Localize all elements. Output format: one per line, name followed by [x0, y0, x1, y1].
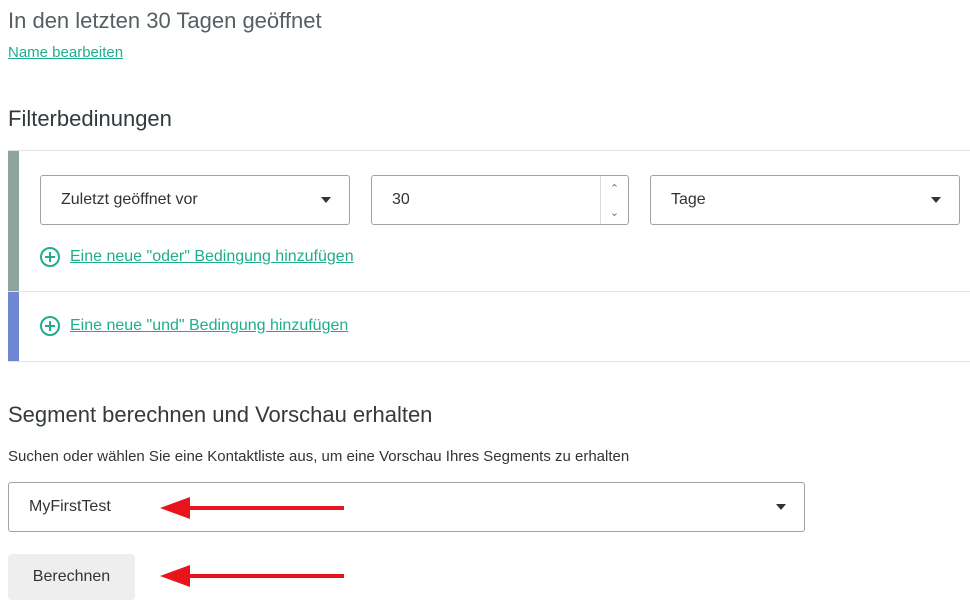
chevron-down-icon — [931, 197, 941, 203]
add-or-condition-label: Eine neue "oder" Bedingung hinzufügen — [70, 248, 354, 265]
condition-field-value: Zuletzt geöffnet vor — [61, 191, 198, 208]
condition-number-input[interactable]: 30 ⌃ ⌄ — [371, 175, 629, 225]
add-and-condition-link[interactable]: Eine neue "und" Bedingung hinzufügen — [40, 316, 348, 336]
preview-section-title: Segment berechnen und Vorschau erhalten — [8, 402, 433, 427]
calculate-button[interactable]: Berechnen — [8, 554, 135, 600]
filter-conditions: Zuletzt geöffnet vor 30 ⌃ ⌄ Tage Eine ne… — [8, 150, 970, 362]
and-condition-group: Eine neue "und" Bedingung hinzufügen — [8, 292, 970, 362]
or-group-bar — [8, 151, 19, 291]
contact-list-value: MyFirstTest — [29, 498, 111, 515]
plus-circle-icon — [40, 247, 60, 267]
chevron-down-icon — [776, 504, 786, 510]
add-or-condition-link[interactable]: Eine neue "oder" Bedingung hinzufügen — [40, 247, 354, 267]
chevron-down-icon — [321, 197, 331, 203]
filter-section-title: Filterbedinungen — [8, 106, 172, 131]
condition-unit-value: Tage — [671, 191, 706, 208]
or-condition-group: Zuletzt geöffnet vor 30 ⌃ ⌄ Tage Eine ne… — [8, 150, 970, 292]
spinner-down-icon[interactable]: ⌄ — [601, 200, 628, 224]
condition-field-select[interactable]: Zuletzt geöffnet vor — [40, 175, 350, 225]
number-spinner: ⌃ ⌄ — [600, 176, 628, 224]
spinner-up-icon[interactable]: ⌃ — [601, 176, 628, 200]
condition-number-value: 30 — [392, 191, 410, 208]
arrow-left-icon — [160, 497, 344, 519]
add-and-condition-label: Eine neue "und" Bedingung hinzufügen — [70, 317, 349, 334]
segment-name: In den letzten 30 Tagen geöffnet — [8, 8, 322, 33]
rename-link[interactable]: Name bearbeiten — [8, 44, 123, 61]
and-group-bar — [8, 292, 19, 361]
plus-circle-icon — [40, 316, 60, 336]
contact-list-select[interactable]: MyFirstTest — [8, 482, 805, 532]
arrow-left-icon — [160, 565, 344, 587]
condition-unit-select[interactable]: Tage — [650, 175, 960, 225]
preview-helper-text: Suchen oder wählen Sie eine Kontaktliste… — [8, 448, 630, 465]
